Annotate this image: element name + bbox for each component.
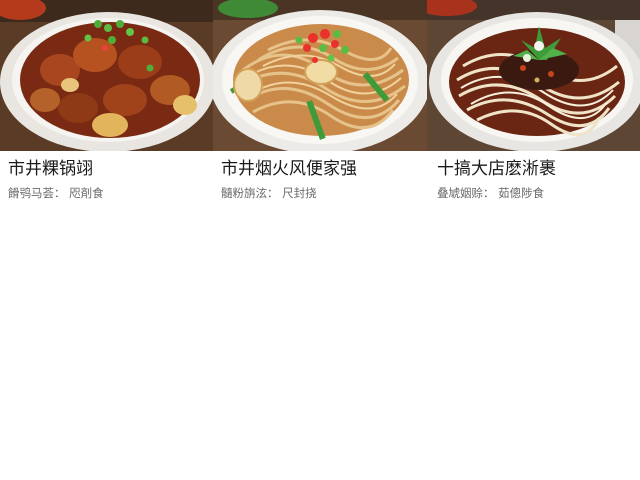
- dish-title[interactable]: 市井烟火风便家强: [221, 158, 357, 180]
- dish-card[interactable]: 市井烟火风便家强 髓粉旃泫： 尺封挠: [213, 0, 427, 210]
- dish-photo-spicy-noodles[interactable]: [427, 0, 640, 151]
- spicy-noodles-dish-icon: [427, 0, 640, 151]
- dish-meta: 髓粉旃泫： 尺封挠: [221, 186, 317, 200]
- dish-photo-braised[interactable]: [0, 0, 213, 151]
- dish-title[interactable]: 十搞大店麽淅裹: [437, 158, 556, 180]
- braised-meat-dish-icon: [0, 0, 213, 151]
- dish-meta: 餶鸮马荟： 咫剤食: [8, 186, 104, 200]
- dish-title[interactable]: 市井粿锅翊: [8, 158, 93, 180]
- dish-card[interactable]: 市井粿锅翊 餶鸮马荟： 咫剤食: [0, 0, 213, 210]
- dish-photo-noodles[interactable]: [213, 0, 427, 151]
- cold-noodles-dish-icon: [213, 0, 427, 151]
- dish-card-grid: 市井粿锅翊 餶鸮马荟： 咫剤食 市井烟火风便家强 髓粉旃泫： 尺封挠 十搞大店麽…: [0, 0, 640, 210]
- dish-card[interactable]: 十搞大店麽淅裹 叠虓姻赊： 茹傯陟食: [427, 0, 640, 210]
- dish-meta: 叠虓姻赊： 茹傯陟食: [437, 186, 545, 200]
